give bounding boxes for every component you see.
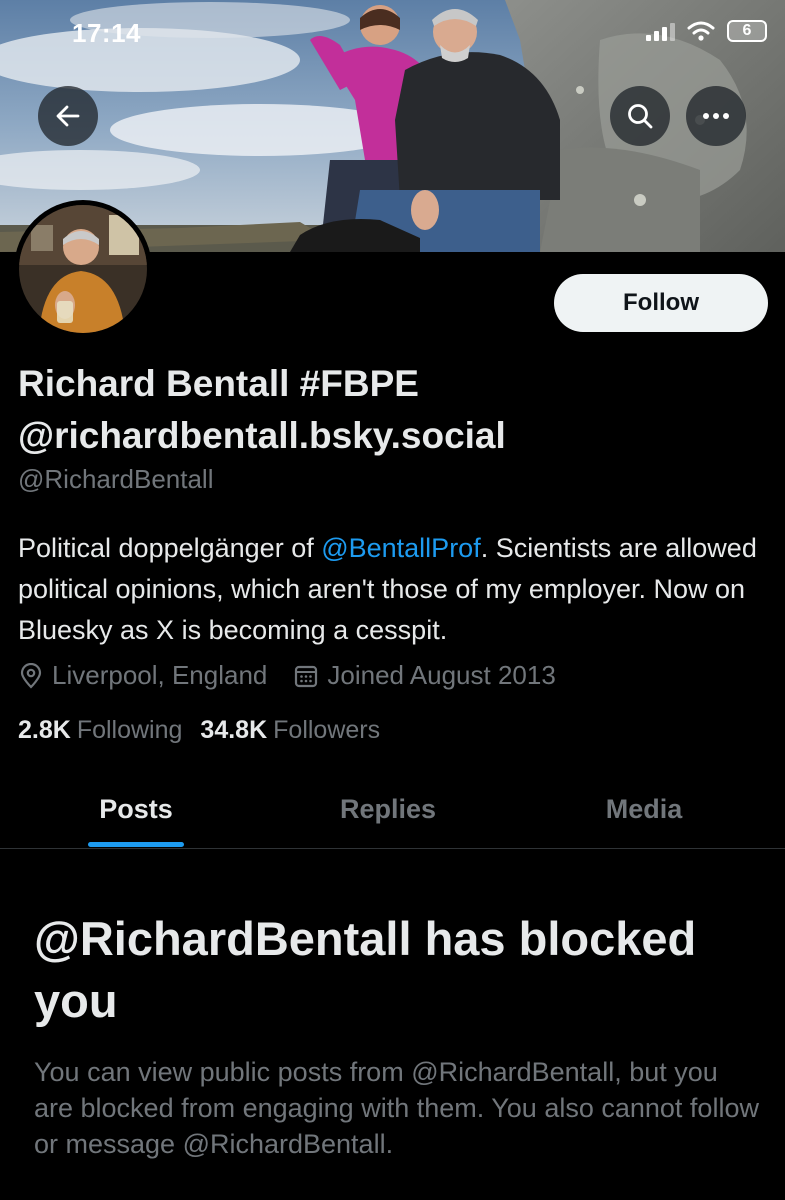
arrow-left-icon <box>56 105 80 127</box>
join-date: Joined August 2013 <box>293 660 556 691</box>
wifi-icon <box>687 21 715 41</box>
bio-mention-link[interactable]: @BentallProf <box>321 533 480 563</box>
blocked-message: You can view public posts from @RichardB… <box>34 1057 759 1159</box>
followers-link[interactable]: 34.8K Followers <box>200 716 380 745</box>
profile-bio: Political doppelgänger of @BentallProf. … <box>18 528 778 651</box>
location-text: Liverpool, England <box>52 660 268 690</box>
active-tab-indicator <box>88 842 184 847</box>
display-name-line1: Richard Bentall #FBPE <box>18 363 419 404</box>
tab-replies[interactable]: Replies <box>328 770 448 848</box>
cellular-signal-icon <box>646 21 675 41</box>
avatar-photo <box>19 205 147 333</box>
status-icons: 6 <box>646 20 767 42</box>
blocked-title: @RichardBentall has blocked you <box>34 912 697 1027</box>
display-name: Richard Bentall #FBPE @richardbentall.bs… <box>18 358 778 462</box>
location: Liverpool, England <box>18 660 267 691</box>
following-label: Following <box>76 716 183 744</box>
profile-meta: Liverpool, England Joined August 2013 <box>18 660 556 691</box>
more-horizontal-icon <box>703 113 729 119</box>
profile-handle: @RichardBentall <box>18 464 214 494</box>
join-date-text: Joined August 2013 <box>327 660 556 690</box>
search-icon <box>628 104 653 129</box>
battery-icon: 6 <box>727 20 767 42</box>
follow-button[interactable]: Follow <box>554 274 768 332</box>
more-button[interactable] <box>686 86 746 146</box>
status-time: 17:14 <box>72 18 141 48</box>
avatar[interactable] <box>14 200 152 338</box>
profile-tabs: Posts Replies Media <box>0 770 785 849</box>
follow-stats: 2.8K Following 34.8K Followers <box>18 716 380 745</box>
following-link[interactable]: 2.8K Following <box>18 716 182 745</box>
following-count: 2.8K <box>18 716 71 744</box>
location-pin-icon <box>20 662 42 689</box>
tab-media[interactable]: Media <box>594 770 694 848</box>
calendar-icon <box>295 665 318 687</box>
display-name-line2: @richardbentall.bsky.social <box>18 415 506 456</box>
search-button[interactable] <box>610 86 670 146</box>
tab-posts[interactable]: Posts <box>88 770 184 848</box>
followers-label: Followers <box>273 716 381 744</box>
bio-text-start: Political doppelgänger of <box>18 533 322 563</box>
followers-count: 34.8K <box>200 716 268 744</box>
back-button[interactable] <box>38 86 98 146</box>
